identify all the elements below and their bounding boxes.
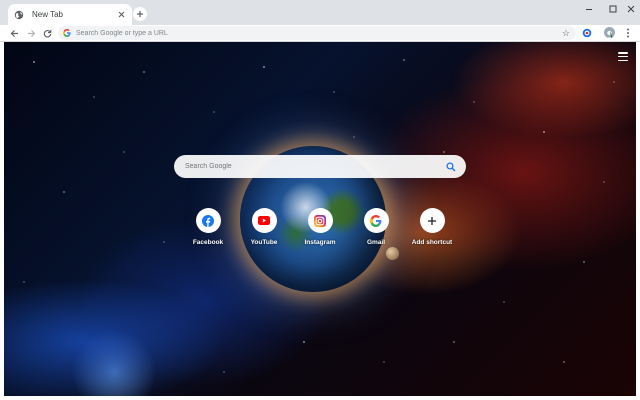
search-icon[interactable]: [446, 161, 456, 172]
shortcut-gmail[interactable]: Gmail: [347, 204, 405, 254]
facebook-icon: [202, 214, 214, 227]
search-input[interactable]: [185, 159, 446, 174]
shortcut-icon-tile: [307, 208, 333, 233]
close-icon[interactable]: [116, 10, 126, 20]
tab-new-tab[interactable]: New Tab: [8, 4, 132, 25]
youtube-icon: [258, 216, 270, 225]
profile-avatar[interactable]: [604, 27, 615, 38]
tab-title: New Tab: [32, 10, 63, 19]
shortcut-icon-tile: [419, 208, 445, 233]
shortcut-label: Facebook: [192, 239, 224, 246]
plus-icon: [137, 11, 143, 17]
instagram-icon: [314, 214, 326, 227]
omnibox[interactable]: ☆: [58, 26, 576, 40]
arrow-right-icon: [27, 29, 35, 37]
close-icon: [627, 5, 635, 13]
maximize-icon: [609, 5, 617, 13]
arrow-left-icon: [10, 29, 18, 37]
minimize-icon: [586, 9, 592, 10]
toolbar: ☆: [0, 25, 640, 42]
shortcut-label: Instagram: [304, 239, 336, 246]
google-icon: [370, 214, 382, 227]
tab-strip: New Tab: [0, 0, 640, 25]
shortcut-icon-tile: [251, 208, 277, 233]
globe-icon: [14, 10, 24, 20]
shortcut-youtube[interactable]: YouTube: [235, 204, 293, 254]
shortcuts-grid: Facebook YouTube Instagram Gmail Add sho…: [188, 204, 452, 254]
extension-icon: [582, 28, 592, 38]
star-icon[interactable]: ☆: [562, 27, 570, 39]
back-button[interactable]: [7, 26, 21, 40]
omnibox-input[interactable]: [76, 27, 496, 39]
close-window-button[interactable]: [622, 0, 640, 18]
hamburger-icon[interactable]: [618, 52, 628, 61]
shortcut-add[interactable]: Add shortcut: [403, 204, 461, 254]
reload-icon: [43, 29, 51, 37]
plus-icon: [428, 216, 436, 225]
shortcut-instagram[interactable]: Instagram: [291, 204, 349, 254]
extension-button[interactable]: [581, 27, 593, 39]
shortcut-icon-tile: [363, 208, 389, 233]
new-tab-page: Facebook YouTube Instagram Gmail: [4, 42, 636, 396]
google-icon: [63, 29, 71, 37]
shortcut-label: Add shortcut: [411, 239, 453, 246]
new-tab-button[interactable]: [133, 7, 147, 21]
shortcut-icon-tile: [195, 208, 221, 233]
kebab-menu-icon: [627, 28, 629, 38]
reload-button[interactable]: [40, 26, 54, 40]
search-box[interactable]: [174, 155, 466, 178]
shortcut-label: YouTube: [250, 239, 278, 246]
minimize-button[interactable]: [576, 0, 602, 18]
chrome-menu-button[interactable]: [622, 27, 634, 39]
shortcut-label: Gmail: [366, 239, 386, 246]
shortcut-facebook[interactable]: Facebook: [179, 204, 237, 254]
forward-button[interactable]: [24, 26, 38, 40]
